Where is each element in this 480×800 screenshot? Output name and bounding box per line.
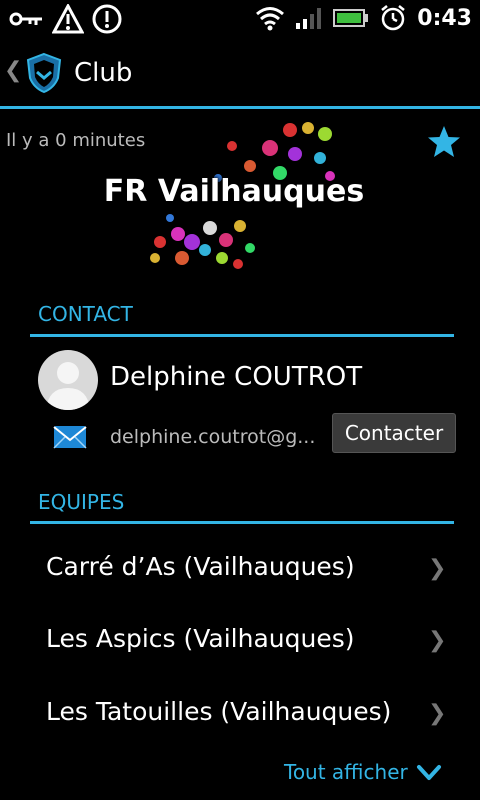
action-bar: ❮ Club bbox=[0, 38, 480, 106]
action-bar-divider bbox=[0, 106, 480, 109]
show-all-link[interactable]: Tout afficher bbox=[284, 760, 408, 784]
contact-section-divider bbox=[30, 334, 454, 337]
chevron-right-icon: ❯ bbox=[428, 701, 447, 726]
page-title: Club bbox=[74, 58, 133, 88]
wifi-icon bbox=[256, 7, 285, 31]
avatar bbox=[38, 350, 98, 410]
usb-debug-icon bbox=[9, 12, 42, 26]
signal-icon bbox=[296, 8, 322, 29]
contact-section-title: CONTACT bbox=[38, 302, 133, 326]
status-bar: 0:43 bbox=[0, 0, 480, 38]
chevron-right-icon: ❯ bbox=[428, 628, 447, 653]
team-label: Les Aspics (Vailhauques) bbox=[46, 624, 355, 653]
clock: 0:43 bbox=[417, 5, 472, 31]
shield-logo-icon[interactable] bbox=[24, 52, 64, 94]
teams-section-divider bbox=[30, 521, 454, 524]
teams-section-title: EQUIPES bbox=[38, 490, 125, 514]
warning-icon bbox=[52, 4, 84, 34]
club-name: FR Vailhauques bbox=[103, 174, 365, 209]
back-chevron-icon[interactable]: ❮ bbox=[4, 58, 22, 83]
updated-time: Il y a 0 minutes bbox=[6, 130, 146, 151]
battery-icon bbox=[333, 9, 369, 27]
contact-name: Delphine COUTROT bbox=[110, 362, 363, 392]
favorite-star-icon[interactable] bbox=[426, 124, 462, 160]
contact-button[interactable]: Contacter bbox=[332, 413, 456, 453]
contact-email[interactable]: delphine.coutrot@g... bbox=[110, 426, 320, 448]
team-label: Les Tatouilles (Vailhauques) bbox=[46, 697, 392, 726]
chevron-right-icon: ❯ bbox=[428, 556, 447, 581]
person-icon bbox=[46, 362, 90, 410]
team-row[interactable]: Carré d’As (Vailhauques) ❯ bbox=[0, 538, 480, 600]
mail-icon[interactable] bbox=[52, 422, 88, 452]
team-row[interactable]: Les Tatouilles (Vailhauques) ❯ bbox=[0, 683, 480, 745]
chevron-down-icon[interactable] bbox=[416, 762, 442, 784]
alarm-icon bbox=[381, 5, 406, 31]
team-row[interactable]: Les Aspics (Vailhauques) ❯ bbox=[0, 610, 480, 672]
club-header: Il y a 0 minutes FR Vailhauques bbox=[0, 110, 480, 280]
alert-icon bbox=[92, 4, 122, 34]
team-label: Carré d’As (Vailhauques) bbox=[46, 552, 355, 581]
